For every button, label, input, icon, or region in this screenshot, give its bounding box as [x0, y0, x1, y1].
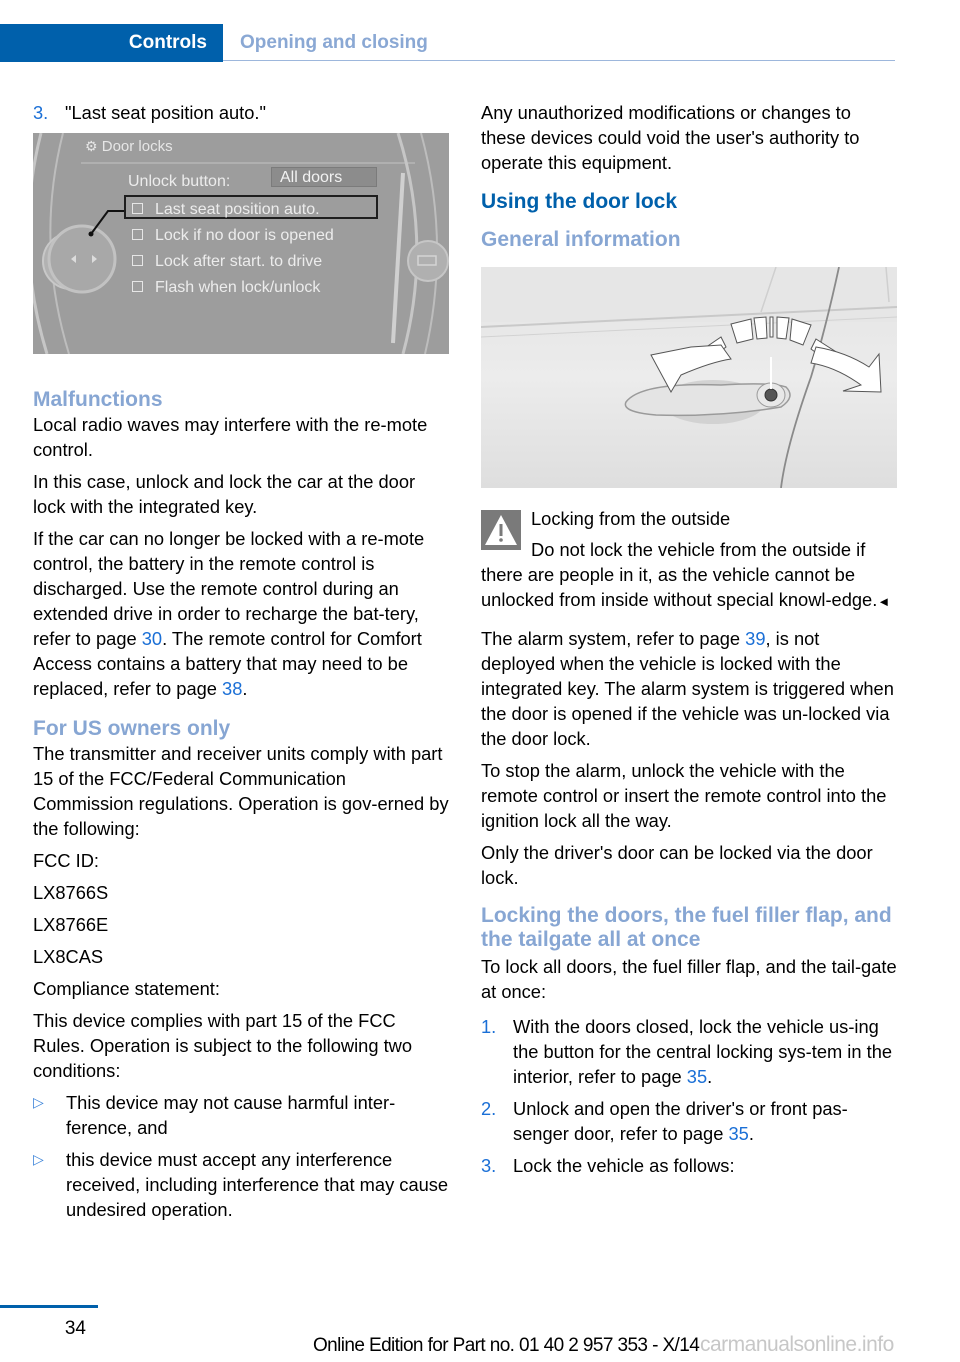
- end-mark-icon: ◄: [877, 594, 891, 609]
- fcc-id-label: FCC ID:: [33, 850, 100, 871]
- page-link-35[interactable]: 35: [728, 1123, 748, 1144]
- compliance-paragraph: This device complies with part 15 of the…: [33, 1010, 413, 1081]
- list-item: 3. "Last seat position auto.": [33, 100, 449, 125]
- list-item: ▷ this device must accept any interferen…: [33, 1147, 449, 1222]
- door-handle-illustration: [481, 267, 897, 488]
- page-link-39[interactable]: 39: [745, 628, 765, 649]
- triangle-bullet-icon: ▷: [33, 1094, 44, 1110]
- fcc-id-value: LX8766S: [33, 882, 109, 903]
- checkbox-icon[interactable]: [132, 255, 143, 266]
- option-label: Lock if no door is opened: [155, 227, 334, 244]
- lock-all-heading: Locking the doors, the fuel filler flap,…: [481, 904, 892, 951]
- condition-text: this device must accept any interference…: [66, 1149, 449, 1220]
- edition-line: Online Edition for Part no. 01 40 2 957 …: [313, 1335, 700, 1356]
- page-link-38[interactable]: 38: [222, 678, 242, 699]
- step-text: "Last seat position auto.": [65, 102, 266, 123]
- page-link-35[interactable]: 35: [687, 1066, 707, 1087]
- option-row[interactable]: Last seat position auto.: [132, 197, 334, 223]
- text-run: .: [748, 1123, 754, 1144]
- step-list-continued: 3. "Last seat position auto.": [33, 100, 449, 125]
- text-run: .: [707, 1066, 713, 1087]
- checkbox-icon[interactable]: [132, 203, 143, 214]
- alarm-paragraph: The alarm system, refer to page 39, is n…: [481, 626, 897, 751]
- conditions-list: ▷ This device may not cause harmful inte…: [33, 1090, 449, 1222]
- right-column: Any unauthorized modifications or change…: [481, 100, 897, 1185]
- door-lock-figure: [481, 267, 897, 488]
- list-item: 2. Unlock and open the driver's or front…: [481, 1096, 897, 1146]
- watermark: carmanualsonline.info: [700, 1333, 894, 1356]
- malfunctions-paragraph-3: If the car can no longer be locked with …: [33, 526, 449, 701]
- driver-door-paragraph: Only the driver's door can be locked via…: [481, 842, 873, 888]
- text-run: Do not lock the vehicle from the outside…: [481, 539, 878, 610]
- option-list: Last seat position auto. Lock if no door…: [132, 197, 334, 301]
- warning-text: Do not lock the vehicle from the outside…: [481, 537, 897, 614]
- page-header: Controls Opening and closing: [0, 24, 895, 62]
- fcc-id-value: LX8766E: [33, 914, 109, 935]
- option-label: Flash when lock/unlock: [155, 279, 321, 296]
- lock-all-intro: To lock all doors, the fuel filler flap,…: [481, 956, 897, 1002]
- step-number: 3.: [481, 1155, 497, 1176]
- step-text: Lock the vehicle as follows:: [513, 1155, 735, 1176]
- left-column: 3. "Last seat position auto." ⚙ Door loc…: [33, 100, 449, 1229]
- warning-triangle-icon: [481, 510, 521, 550]
- general-information-heading: General information: [481, 228, 681, 251]
- list-item: 3. Lock the vehicle as follows:: [481, 1153, 897, 1178]
- us-owners-heading: For US owners only: [33, 717, 231, 740]
- option-label: Lock after start. to drive: [155, 253, 323, 270]
- condition-text: This device may not cause harmful inter-…: [66, 1092, 396, 1138]
- list-item: 1. With the doors closed, lock the vehic…: [481, 1014, 897, 1089]
- header-section-tab: Controls: [0, 24, 223, 62]
- checkbox-icon[interactable]: [132, 281, 143, 292]
- list-item: ▷ This device may not cause harmful inte…: [33, 1090, 449, 1140]
- step-text: Unlock and open the driver's or front pa…: [513, 1098, 848, 1144]
- malfunctions-paragraph-2: In this case, unlock and lock the car at…: [33, 471, 416, 517]
- malfunctions-heading: Malfunctions: [33, 388, 163, 411]
- fcc-id-value: LX8CAS: [33, 946, 104, 967]
- checkbox-icon[interactable]: [132, 229, 143, 240]
- text-run: .: [242, 678, 248, 699]
- using-door-lock-heading: Using the door lock: [481, 190, 678, 213]
- text-run: The alarm system, refer to page: [481, 628, 746, 649]
- warning-block: Locking from the outside Do not lock the…: [481, 506, 897, 614]
- step-number: 2.: [481, 1098, 497, 1119]
- page-number: 34: [64, 1318, 86, 1339]
- option-label: Last seat position auto.: [155, 201, 320, 218]
- option-row[interactable]: Lock if no door is opened: [132, 223, 334, 249]
- triangle-bullet-icon: ▷: [33, 1151, 44, 1167]
- step-number: 3.: [33, 102, 49, 123]
- compliance-label: Compliance statement:: [33, 978, 220, 999]
- stop-alarm-paragraph: To stop the alarm, unlock the vehicle wi…: [481, 760, 887, 831]
- step-number: 1.: [481, 1016, 497, 1037]
- door-locks-screen-figure: ⚙ Door locks Unlock button: All doors La…: [33, 133, 449, 354]
- lock-all-steps: 1. With the doors closed, lock the vehic…: [481, 1014, 897, 1178]
- us-owners-paragraph: The transmitter and receiver units compl…: [33, 743, 449, 839]
- option-row[interactable]: Flash when lock/unlock: [132, 275, 334, 301]
- footer-rule: [0, 1305, 98, 1308]
- warning-title: Locking from the outside: [531, 508, 731, 529]
- option-row[interactable]: Lock after start. to drive: [132, 249, 334, 275]
- unauthorized-paragraph: Any unauthorized modifications or change…: [481, 102, 860, 173]
- malfunctions-paragraph-1: Local radio waves may interfere with the…: [33, 414, 428, 460]
- header-subsection-tab: Opening and closing: [223, 24, 895, 61]
- page-link-30[interactable]: 30: [142, 628, 162, 649]
